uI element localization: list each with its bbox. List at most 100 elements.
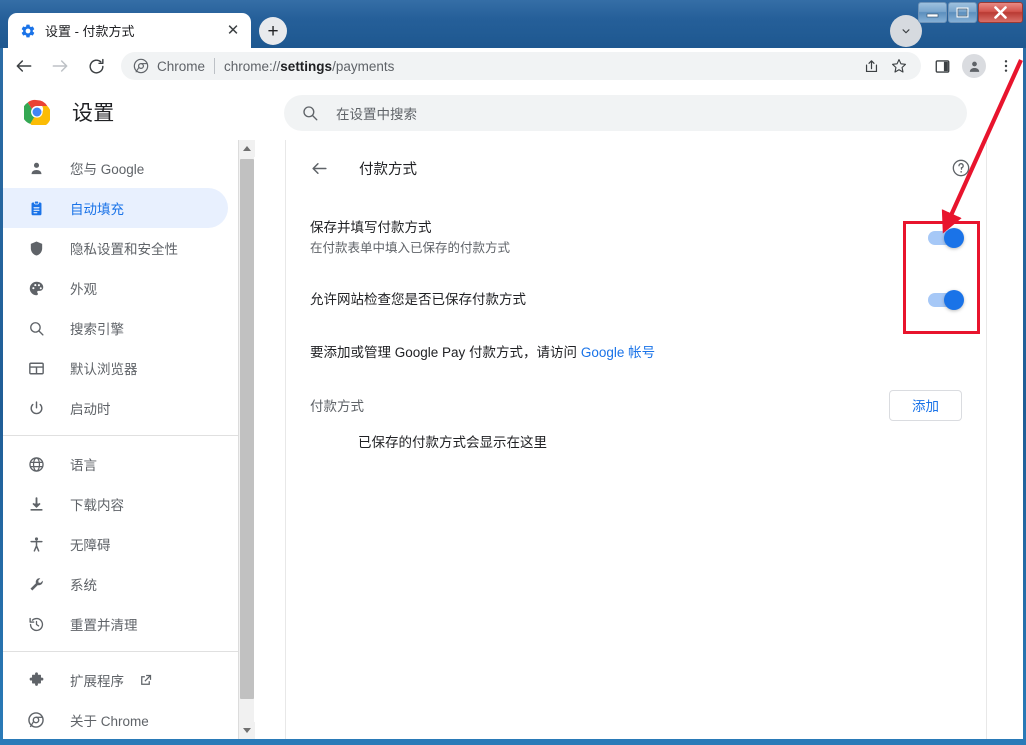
browser-window-icon [26,358,46,378]
sidebar-item-about-chrome[interactable]: 关于 Chrome [3,700,228,739]
minimize-icon [926,13,939,17]
sidebar-scrollbar[interactable] [238,140,255,739]
three-dot-menu-icon[interactable] [991,51,1021,81]
scrollbar-thumb[interactable] [240,159,254,699]
share-icon[interactable] [857,52,885,80]
sidebar-item-label: 默认浏览器 [70,362,138,377]
avatar [962,54,986,78]
sidebar-item-autofill[interactable]: 自动填充 [3,188,228,228]
content-header: 付款方式 [286,140,986,196]
sidebar-item-privacy-security[interactable]: 隐私设置和安全性 [3,228,228,268]
settings-header: 设置 在设置中搜索 [3,84,1023,140]
three-dot-glyph [1004,60,1008,72]
plus-icon: + [267,20,279,42]
sidebar-item-label: 下载内容 [70,498,124,513]
scrollbar-up-arrow[interactable] [239,140,255,157]
setting-texts: 允许网站检查您是否已保存付款方式 [310,290,928,310]
settings-page: 设置 在设置中搜索 您与 Google 自动填充 隐私设置和安全性 外观 搜索引… [3,84,1023,739]
sidebar-item-label: 系统 [70,578,97,593]
settings-search-placeholder: 在设置中搜索 [336,107,417,122]
download-icon [26,494,46,514]
sidebar-item-label: 重置并清理 [70,618,138,633]
omnibox-separator [214,58,216,74]
sidebar-item-label: 搜索引擎 [70,322,124,337]
chevron-down-icon [902,29,910,34]
person-icon [26,158,46,178]
payment-methods-empty-text: 已保存的付款方式会显示在这里 [358,435,547,450]
sidebar-item-default-browser[interactable]: 默认浏览器 [3,348,228,388]
setting-row-save-and-fill: 保存并填写付款方式 在付款表单中填入已保存的付款方式 [286,214,986,262]
profile-avatar-icon[interactable] [959,51,989,81]
sidebar-item-extensions[interactable]: 扩展程序 [3,660,228,700]
sidebar-item-you-and-google[interactable]: 您与 Google [3,148,228,188]
sidebar-group-primary: 您与 Google 自动填充 隐私设置和安全性 外观 搜索引擎 默认浏览器 启动… [3,140,238,435]
power-icon [26,398,46,418]
sidebar-item-downloads[interactable]: 下载内容 [3,484,228,524]
sidebar-item-appearance[interactable]: 外观 [3,268,228,308]
close-icon [994,6,1007,19]
add-payment-method-button[interactable]: 添加 [889,389,962,421]
sidebar-item-label: 启动时 [70,402,111,417]
google-account-link[interactable]: Google 帐号 [581,345,655,360]
reload-button[interactable] [81,51,111,81]
tab-title: 设置 - 付款方式 [45,24,135,39]
sidebar-item-on-startup[interactable]: 启动时 [3,388,228,428]
search-icon [26,318,46,338]
person-glyph [969,61,979,72]
help-circle-icon[interactable] [950,157,972,179]
sidebar-item-label: 关于 Chrome [70,714,149,729]
clipboard-icon [26,198,46,218]
settings-gear-icon [21,24,35,37]
sidebar-item-accessibility[interactable]: 无障碍 [3,524,228,564]
restore-history-icon [26,614,46,634]
wrench-icon [26,574,46,594]
browser-toolbar: Chrome chrome://settings/payments [3,48,1023,84]
settings-sidebar: 您与 Google 自动填充 隐私设置和安全性 外观 搜索引擎 默认浏览器 启动… [3,140,238,739]
maximize-icon [956,7,969,18]
sidebar-group-advanced: 语言 下载内容 无障碍 系统 重置并清理 [3,435,238,651]
sidebar-item-label: 语言 [70,458,97,473]
settings-search-input[interactable]: 在设置中搜索 [284,95,967,131]
sidebar-item-search-engine[interactable]: 搜索引擎 [3,308,228,348]
sidebar-item-reset-cleanup[interactable]: 重置并清理 [3,604,228,644]
side-panel-icon[interactable] [927,51,957,81]
address-bar[interactable]: Chrome chrome://settings/payments [121,52,921,80]
reload-icon [88,58,104,74]
scrollbar-down-arrow[interactable] [239,722,255,739]
setting-primary-label: 保存并填写付款方式 [310,220,432,235]
omnibox-url: chrome://settings/payments [224,58,395,74]
star-glyph [891,59,907,73]
globe-icon [26,454,46,474]
sidebar-item-languages[interactable]: 语言 [3,444,228,484]
setting-primary-label: 允许网站检查您是否已保存付款方式 [310,292,526,307]
maximize-button[interactable] [948,2,977,23]
google-pay-note: 要添加或管理 Google Pay 付款方式，请访问 Google 帐号 [286,343,986,363]
back-arrow-icon[interactable] [308,157,330,179]
window-caption-buttons [918,2,1023,23]
browser-window: 设置 - 付款方式 ✕ + Chrome chrome://settings/p… [0,0,1026,745]
sidebar-item-label: 扩展程序 [70,674,124,689]
sidebar-item-system[interactable]: 系统 [3,564,228,604]
side-panel-glyph [935,59,949,73]
palette-icon [26,278,46,298]
search-icon [303,106,318,121]
setting-secondary-label: 在付款表单中填入已保存的付款方式 [310,241,511,255]
sidebar-item-label: 您与 Google [70,162,145,177]
tab-strip: 设置 - 付款方式 ✕ + [0,0,1026,48]
external-link-icon [138,673,153,688]
google-pay-note-text: 要添加或管理 Google Pay 付款方式，请访问 [310,345,581,360]
back-button[interactable] [9,51,39,81]
minimize-button[interactable] [918,2,947,23]
new-tab-button[interactable]: + [259,17,287,45]
setting-texts: 保存并填写付款方式 在付款表单中填入已保存的付款方式 [310,218,928,258]
bookmark-star-icon[interactable] [885,52,913,80]
close-button[interactable] [978,2,1023,23]
forward-arrow-icon [52,60,68,72]
sidebar-group-footer: 扩展程序 关于 Chrome [3,651,238,739]
tab-close-button[interactable]: ✕ [223,21,243,41]
accessibility-icon [26,534,46,554]
sidebar-item-label: 无障碍 [70,538,111,553]
chrome-logo [24,99,50,125]
shield-icon [26,238,46,258]
browser-tab[interactable]: 设置 - 付款方式 ✕ [8,13,251,48]
